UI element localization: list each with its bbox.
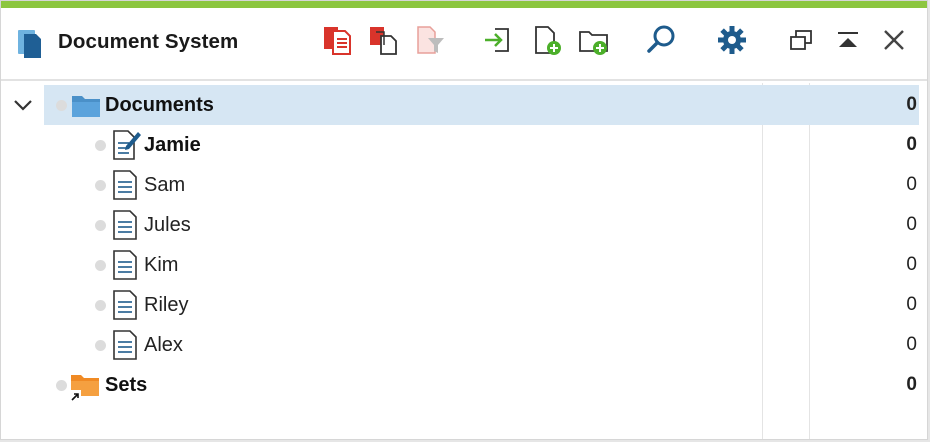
new-folder-icon — [579, 31, 608, 55]
status-dot — [56, 100, 67, 111]
close-button[interactable] — [877, 23, 911, 57]
tree-row-document[interactable]: Kim 0 — [1, 245, 927, 285]
tree-label: Riley — [144, 294, 189, 316]
status-dot — [95, 340, 106, 351]
copy-activated-icon — [324, 27, 351, 55]
tree-count: 0 — [906, 334, 917, 355]
tree-label: Kim — [144, 254, 179, 276]
tree-count: 0 — [906, 254, 917, 275]
tree-count: 0 — [906, 134, 917, 155]
document-icon — [112, 249, 142, 286]
restore-window-icon — [790, 30, 812, 50]
search-icon — [647, 25, 675, 53]
collapse-panel-button[interactable] — [831, 23, 865, 57]
tree-label: Sets — [105, 374, 148, 396]
tree-count: 0 — [906, 374, 917, 395]
document-system-window: Document System Documents 0 Jamie 0 Sam … — [0, 0, 928, 440]
window-title: Document System — [58, 30, 239, 53]
copy-activated-button[interactable] — [321, 23, 355, 57]
tree-row-document[interactable]: Jules 0 — [1, 205, 927, 245]
tree-row-document[interactable]: Riley 0 — [1, 285, 927, 325]
tree-label: Alex — [144, 334, 183, 356]
restore-window-button[interactable] — [785, 23, 819, 57]
folder-shortcut-icon — [69, 372, 101, 407]
collapse-panel-icon — [838, 32, 858, 47]
tree-count: 0 — [906, 94, 917, 115]
folder-icon — [71, 93, 101, 124]
chevron-down-icon[interactable] — [12, 94, 34, 116]
title-bar: Document System — [1, 8, 927, 81]
import-button[interactable] — [481, 23, 515, 57]
new-document-icon — [535, 26, 561, 55]
tree-count: 0 — [906, 174, 917, 195]
duplicate-button[interactable] — [367, 23, 401, 57]
new-document-button[interactable] — [531, 23, 565, 57]
status-dot — [56, 380, 67, 391]
settings-button[interactable] — [715, 23, 749, 57]
tree-label: Sam — [144, 174, 186, 196]
search-button[interactable] — [645, 23, 679, 57]
close-icon — [884, 30, 904, 50]
tree-row-documents[interactable]: Documents 0 — [1, 85, 927, 125]
status-dot — [95, 220, 106, 231]
tree-count: 0 — [906, 214, 917, 235]
document-icon — [112, 329, 142, 366]
filter-icon — [417, 26, 444, 54]
new-folder-button[interactable] — [577, 23, 611, 57]
import-icon — [485, 28, 509, 52]
document-system-icon — [15, 27, 49, 61]
tree-row-document[interactable]: Alex 0 — [1, 325, 927, 365]
tree-count: 0 — [906, 294, 917, 315]
accent-bar — [1, 1, 927, 8]
tree-label: Jamie — [144, 134, 201, 156]
status-dot — [95, 140, 106, 151]
document-icon — [112, 209, 142, 246]
tree-row-document[interactable]: Jamie 0 — [1, 125, 927, 165]
status-dot — [95, 300, 106, 311]
tree-row-sets[interactable]: Sets 0 — [1, 365, 927, 405]
gear-icon — [718, 26, 746, 54]
tree-label: Documents — [105, 94, 214, 116]
tree-row-document[interactable]: Sam 0 — [1, 165, 927, 205]
document-icon — [112, 289, 142, 326]
document-icon — [112, 169, 142, 206]
document-tree: Documents 0 Jamie 0 Sam 0 Jules 0 Kim 0 … — [1, 83, 927, 439]
status-dot — [95, 180, 106, 191]
status-dot — [95, 260, 106, 271]
edit-document-icon — [112, 129, 142, 166]
duplicate-icon — [370, 27, 397, 55]
filter-button[interactable] — [413, 23, 447, 57]
tree-label: Jules — [144, 214, 191, 236]
